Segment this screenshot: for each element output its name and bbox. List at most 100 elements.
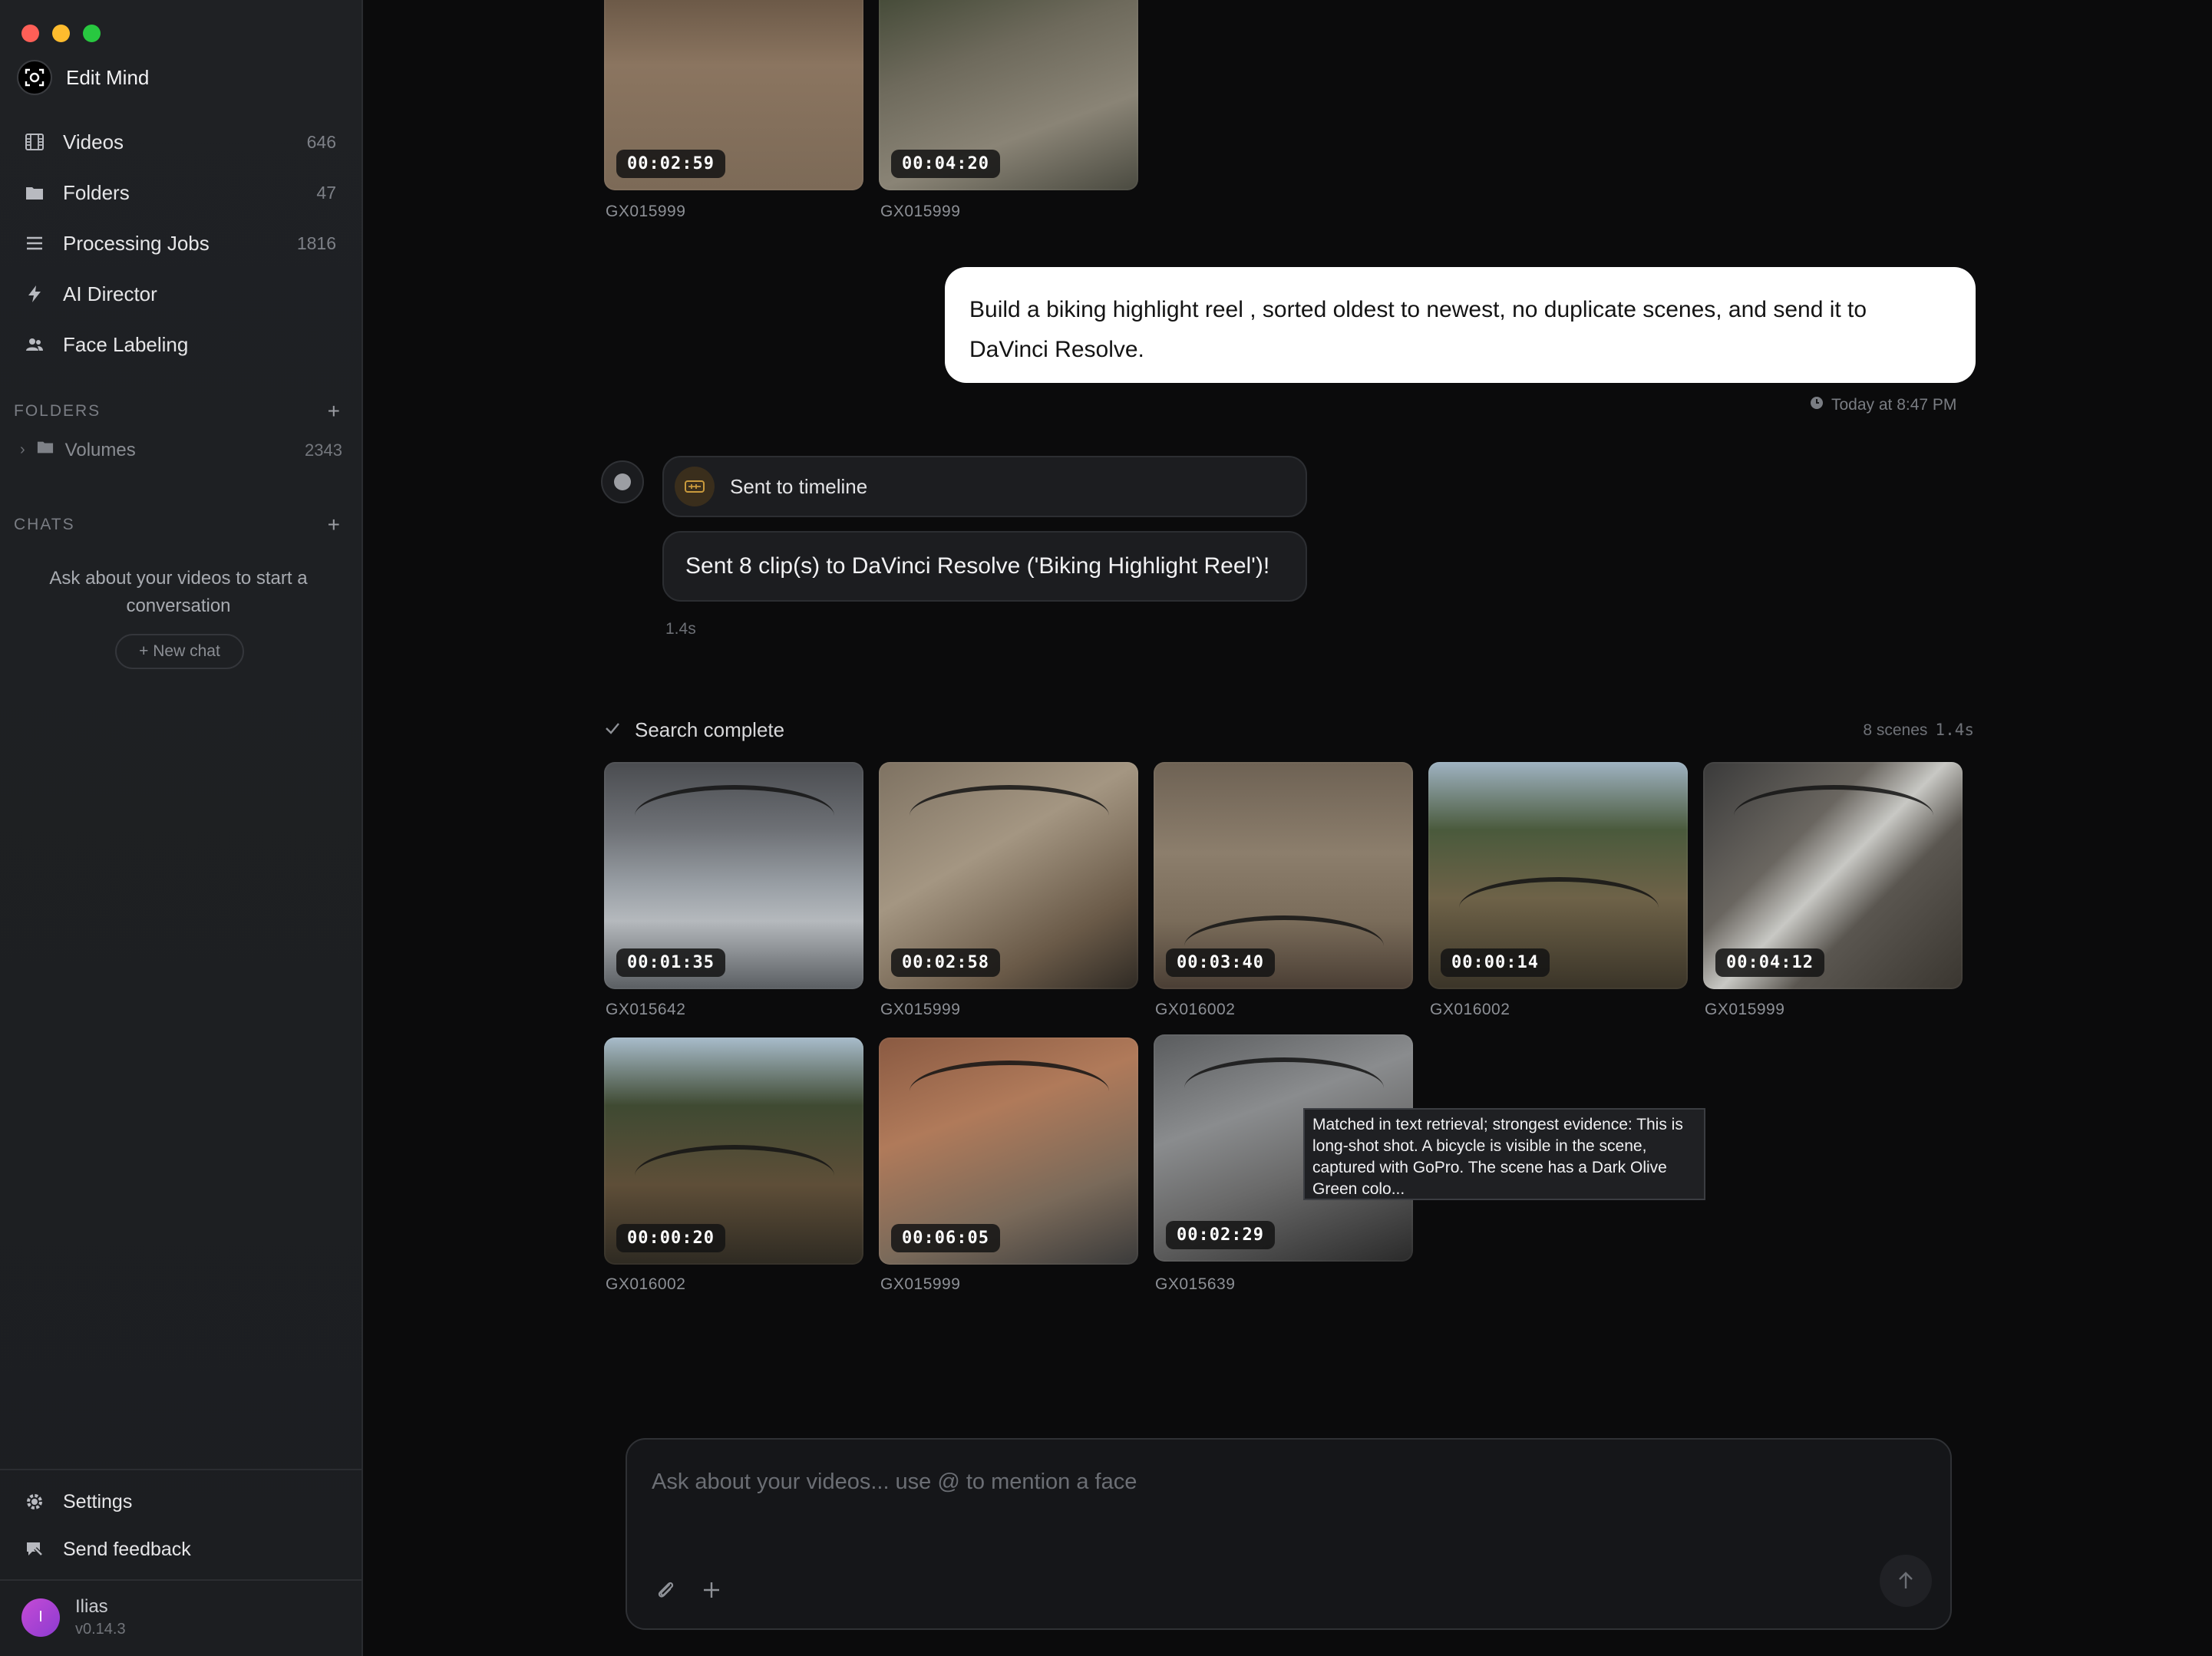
feedback-icon	[23, 1538, 46, 1561]
add-folder-button[interactable]: +	[328, 399, 340, 424]
folder-icon	[36, 439, 54, 461]
clip-thumbnail[interactable]: 00:00:20	[604, 1037, 863, 1265]
folders-section-title: FOLDERS	[14, 402, 101, 420]
user-name: Ilias	[75, 1596, 108, 1617]
chats-section-header: CHATS +	[14, 513, 340, 537]
film-grid-icon	[23, 130, 46, 153]
app-logo-icon	[17, 60, 52, 95]
clip-thumbnail[interactable]: 00:02:58	[879, 762, 1138, 989]
chats-section-title: CHATS	[14, 516, 75, 533]
nav-count: 47	[316, 182, 336, 203]
clip-timecode: 00:04:20	[891, 150, 1000, 178]
clip-filename: GX015639	[1155, 1275, 1236, 1293]
clip-timecode: 00:00:20	[616, 1224, 725, 1252]
lightning-icon	[23, 282, 46, 305]
bottom-nav: Settings Send feedback	[11, 1478, 348, 1573]
paperclip-icon	[658, 1582, 674, 1598]
arrow-up-icon	[1899, 1572, 1913, 1588]
nav-face-labeling[interactable]: Face Labeling	[11, 319, 348, 370]
user-profile[interactable]: I Ilias v0.14.3	[21, 1596, 126, 1638]
search-results-header: Search complete 8 scenes 1.4s	[604, 718, 1974, 742]
chevron-right-icon[interactable]: ›	[20, 441, 25, 459]
clip-timecode: 00:00:14	[1441, 948, 1550, 977]
window-controls	[21, 25, 101, 42]
search-status: Search complete	[635, 718, 785, 741]
timeline-icon	[675, 467, 715, 506]
chats-empty-state: Ask about your videos to start a convers…	[49, 568, 308, 616]
assistant-avatar	[601, 460, 644, 503]
add-chat-button[interactable]: +	[328, 513, 340, 537]
app-name: Edit Mind	[66, 65, 150, 89]
clip-filename: GX015999	[880, 1275, 961, 1293]
zoom-window-button[interactable]	[83, 25, 101, 42]
clip-thumbnail[interactable]: 00:02:59	[604, 0, 863, 190]
sidebar: Edit Mind Videos 646 Folders 47 Processi…	[0, 0, 363, 1656]
tool-call-pill[interactable]: Sent to timeline	[662, 456, 1307, 517]
folders-section-header: FOLDERS +	[14, 399, 340, 424]
clip-filename: GX015999	[880, 203, 961, 220]
clip-timecode: 00:02:29	[1166, 1221, 1275, 1249]
nav-label: Face Labeling	[63, 332, 189, 356]
divider	[0, 1469, 362, 1470]
search-meta: 8 scenes 1.4s	[1863, 721, 1974, 740]
clip-thumbnail[interactable]: 00:01:35	[604, 762, 863, 989]
nav-settings[interactable]: Settings	[11, 1478, 348, 1526]
scenes-count: 8 scenes	[1863, 721, 1928, 739]
message-timestamp: Today at 8:47 PM	[1810, 396, 1956, 414]
nav-videos[interactable]: Videos 646	[11, 117, 348, 167]
tool-duration: 1.4s	[665, 620, 696, 638]
nav-label: Send feedback	[63, 1538, 191, 1560]
clip-thumbnail[interactable]: 00:03:40	[1154, 762, 1413, 989]
attach-button[interactable]	[649, 1573, 682, 1607]
add-button[interactable]	[695, 1573, 728, 1607]
nav-label: AI Director	[63, 282, 157, 305]
clip-timecode: 00:02:59	[616, 150, 725, 178]
gear-icon	[23, 1490, 46, 1513]
new-chat-button[interactable]: + New chat	[115, 634, 244, 669]
nav-count: 1816	[296, 233, 336, 253]
folder-label: Volumes	[64, 439, 136, 460]
tool-call-label: Sent to timeline	[730, 474, 868, 498]
clip-timecode: 00:06:05	[891, 1224, 1000, 1252]
nav-folders[interactable]: Folders 47	[11, 167, 348, 218]
clip-filename: GX015642	[606, 1001, 686, 1018]
main-nav: Videos 646 Folders 47 Processing Jobs 18…	[11, 117, 348, 370]
nav-label: Folders	[63, 180, 130, 204]
nav-send-feedback[interactable]: Send feedback	[11, 1526, 348, 1573]
chat-composer	[626, 1438, 1952, 1630]
clip-thumbnail[interactable]: 00:00:14	[1428, 762, 1688, 989]
check-icon	[604, 718, 621, 742]
app-version: v0.14.3	[75, 1621, 126, 1638]
avatar: I	[21, 1598, 60, 1637]
clock-icon	[1810, 396, 1824, 414]
users-icon	[23, 333, 46, 356]
nav-label: Settings	[63, 1490, 133, 1513]
clip-thumbnail[interactable]: 00:04:20	[879, 0, 1138, 190]
chat-input[interactable]	[652, 1463, 1918, 1501]
clip-timecode: 00:02:58	[891, 948, 1000, 977]
clip-thumbnail[interactable]: 00:04:12	[1703, 762, 1963, 989]
clip-filename: GX015999	[1705, 1001, 1785, 1018]
nav-ai-director[interactable]: AI Director	[11, 269, 348, 319]
clip-timecode: 00:01:35	[616, 948, 725, 977]
clip-filename: GX016002	[1155, 1001, 1236, 1018]
nav-processing-jobs[interactable]: Processing Jobs 1816	[11, 218, 348, 269]
nav-label: Processing Jobs	[63, 231, 210, 255]
minimize-window-button[interactable]	[52, 25, 70, 42]
clip-timecode: 00:04:12	[1715, 948, 1824, 977]
app-brand[interactable]: Edit Mind	[17, 60, 149, 95]
clip-filename: GX016002	[606, 1275, 686, 1293]
tool-result-message: Sent 8 clip(s) to DaVinci Resolve ('Biki…	[662, 531, 1307, 602]
chat-main: 00:02:59 GX015999 00:04:20 GX015999 Buil…	[363, 0, 2212, 1656]
send-button[interactable]	[1880, 1555, 1932, 1607]
close-window-button[interactable]	[21, 25, 39, 42]
clip-filename: GX015999	[606, 203, 686, 220]
plus-icon	[704, 1582, 719, 1598]
folder-item-volumes[interactable]: › Volumes 2343	[20, 439, 342, 461]
list-icon	[23, 232, 46, 255]
clip-thumbnail[interactable]: 00:06:05	[879, 1037, 1138, 1265]
nav-count: 646	[306, 131, 336, 152]
folder-icon	[23, 181, 46, 204]
clip-filename: GX015999	[880, 1001, 961, 1018]
match-evidence-tooltip: Matched in text retrieval; strongest evi…	[1303, 1108, 1705, 1200]
